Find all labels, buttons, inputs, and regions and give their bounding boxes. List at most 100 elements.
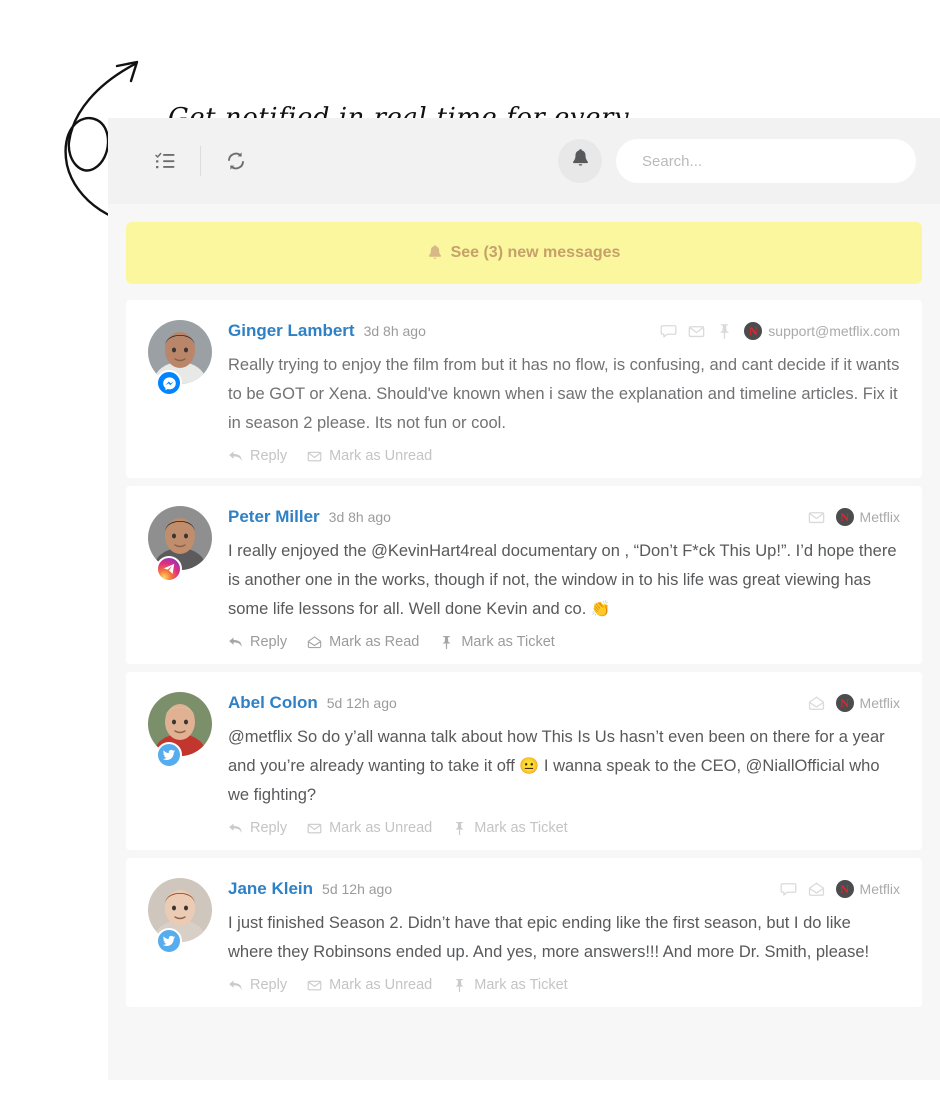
open-envelope-icon <box>808 696 824 710</box>
action-reply[interactable]: Reply <box>228 977 287 993</box>
reply-icon <box>229 451 242 461</box>
open-envelope-icon[interactable] <box>808 695 825 712</box>
refresh-icon[interactable] <box>219 144 253 178</box>
action-label: Reply <box>250 634 288 650</box>
message-timestamp: 3d 8h ago <box>363 323 426 339</box>
message-body: Jane Klein 5d 12h ago N Metflix I just f… <box>222 878 900 993</box>
message-author[interactable]: Abel Colon <box>228 693 318 713</box>
message-text: @metflix So do y’all wanna talk about ho… <box>228 723 900 810</box>
message-text: I really enjoyed the @KevinHart4real doc… <box>228 537 900 624</box>
action-mark-as-unread[interactable]: Mark as Unread <box>307 977 432 993</box>
open-envelope-icon <box>808 882 824 896</box>
message-author[interactable]: Ginger Lambert <box>228 321 355 341</box>
message-author[interactable]: Jane Klein <box>228 879 313 899</box>
message-emoji: 😐 <box>519 758 540 775</box>
message-list: Ginger Lambert 3d 8h ago N support@metfl… <box>126 300 922 1007</box>
avatar <box>148 692 222 836</box>
search-input[interactable] <box>642 152 890 170</box>
action-label: Mark as Unread <box>329 977 433 993</box>
envelope-icon <box>808 511 824 523</box>
message-actions: Reply Mark as Unread <box>228 448 900 464</box>
notifications-bell-button[interactable] <box>558 139 602 183</box>
envelope-icon[interactable] <box>688 323 705 340</box>
action-label: Mark as Unread <box>329 820 433 836</box>
reply-icon <box>229 637 242 647</box>
message-timestamp: 5d 12h ago <box>322 881 393 897</box>
message-header: Ginger Lambert 3d 8h ago N support@metfl… <box>228 320 900 342</box>
action-label: Mark as Ticket <box>474 977 568 993</box>
message-header: Abel Colon 5d 12h ago N Metflix <box>228 692 900 714</box>
messenger-badge-icon <box>156 370 182 396</box>
action-mark-as-read[interactable]: Mark as Read <box>307 634 419 650</box>
action-reply[interactable]: Reply <box>228 634 287 650</box>
action-mark-as-ticket[interactable]: Mark as Ticket <box>452 977 568 993</box>
twitter-badge-icon <box>156 928 182 954</box>
comment-icon <box>660 324 677 338</box>
avatar <box>148 506 222 650</box>
action-label: Reply <box>250 977 288 993</box>
action-reply[interactable]: Reply <box>228 820 287 836</box>
message-actions: Reply Mark as Read Mark as Ticket <box>228 634 900 650</box>
message-header-icons: N Metflix <box>780 880 900 898</box>
comment-icon[interactable] <box>780 881 797 898</box>
pin-icon <box>455 821 464 835</box>
app-window: See (3) new messages Ginger Lambert 3d 8… <box>108 118 940 1080</box>
message-text: Really trying to enjoy the film from but… <box>228 351 900 438</box>
action-label: Mark as Read <box>329 634 420 650</box>
search-box[interactable] <box>616 139 916 183</box>
instagram-direct-badge-icon <box>156 556 182 582</box>
new-messages-banner-label: See (3) new messages <box>450 244 621 261</box>
message-card[interactable]: Jane Klein 5d 12h ago N Metflix I just f… <box>126 858 922 1007</box>
checklist-icon[interactable] <box>148 144 182 178</box>
message-body: Peter Miller 3d 8h ago N Metflix I reall… <box>222 506 900 650</box>
new-messages-banner[interactable]: See (3) new messages <box>126 222 922 284</box>
message-account-label: Metflix <box>859 881 900 897</box>
message-account: N support@metflix.com <box>744 322 900 340</box>
action-mark-as-unread[interactable]: Mark as Unread <box>307 448 432 464</box>
open-envelope-icon[interactable] <box>808 881 825 898</box>
message-text-body: I just finished Season 2. Didn’t have th… <box>228 914 870 961</box>
envelope-icon[interactable] <box>808 509 825 526</box>
message-timestamp: 3d 8h ago <box>328 509 391 525</box>
message-emoji: 👏 <box>590 601 611 618</box>
message-actions: Reply Mark as Unread Mark as Ticket <box>228 977 900 993</box>
pin-icon <box>455 978 464 992</box>
avatar <box>148 878 222 993</box>
twitter-badge-icon <box>156 742 182 768</box>
action-mark-as-ticket[interactable]: Mark as Ticket <box>452 820 568 836</box>
pin-icon <box>720 323 730 339</box>
message-actions: Reply Mark as Unread Mark as Ticket <box>228 820 900 836</box>
message-card[interactable]: Peter Miller 3d 8h ago N Metflix I reall… <box>126 486 922 664</box>
open-envelope-icon <box>307 635 322 648</box>
message-body: Ginger Lambert 3d 8h ago N support@metfl… <box>222 320 900 464</box>
message-account: N Metflix <box>835 880 900 898</box>
message-header-icons: N support@metflix.com <box>660 322 900 340</box>
comment-icon[interactable] <box>660 323 677 340</box>
message-header: Jane Klein 5d 12h ago N Metflix <box>228 878 900 900</box>
page-root: Get notified in real-time for every Comm… <box>0 0 940 1100</box>
message-text-body: I really enjoyed the @KevinHart4real doc… <box>228 542 897 618</box>
action-reply[interactable]: Reply <box>228 448 287 464</box>
message-card[interactable]: Ginger Lambert 3d 8h ago N support@metfl… <box>126 300 922 478</box>
message-author[interactable]: Peter Miller <box>228 507 320 527</box>
message-card[interactable]: Abel Colon 5d 12h ago N Metflix @metflix… <box>126 672 922 850</box>
pin-icon[interactable] <box>716 323 733 340</box>
message-timestamp: 5d 12h ago <box>326 695 397 711</box>
message-account: N Metflix <box>835 694 900 712</box>
comment-icon <box>780 882 796 896</box>
message-body: Abel Colon 5d 12h ago N Metflix @metflix… <box>222 692 900 836</box>
message-account-label: Metflix <box>859 509 900 525</box>
action-mark-as-unread[interactable]: Mark as Unread <box>307 820 432 836</box>
action-mark-as-ticket[interactable]: Mark as Ticket <box>439 634 555 650</box>
message-text-body: Really trying to enjoy the film from but… <box>228 356 900 432</box>
metflix-logo-icon: N <box>744 322 763 340</box>
message-header-icons: N Metflix <box>808 694 900 712</box>
action-label: Mark as Ticket <box>474 820 568 836</box>
bell-icon <box>428 245 442 261</box>
metflix-logo-icon: N <box>835 880 854 898</box>
toolbar-divider <box>200 146 201 176</box>
toolbar <box>108 118 940 204</box>
message-account-label: Metflix <box>859 695 900 711</box>
message-header: Peter Miller 3d 8h ago N Metflix <box>228 506 900 528</box>
action-label: Mark as Ticket <box>461 634 555 650</box>
